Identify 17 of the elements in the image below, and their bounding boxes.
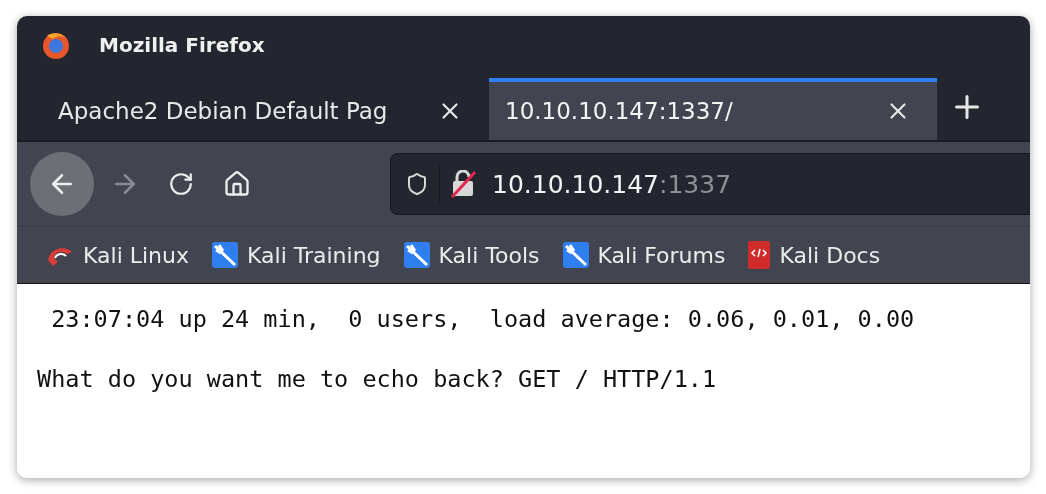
book-icon <box>747 240 772 270</box>
home-icon <box>223 170 251 198</box>
page-text: What do you want me to echo back? GET / HTTP/1.1 <box>37 364 718 394</box>
browser-tab[interactable]: 10.10.10.147:1337/ <box>489 78 937 140</box>
bookmark-link[interactable]: Kali Forums <box>561 241 726 269</box>
url-text: 10.10.10.147:1337 <box>492 169 732 199</box>
shield-icon <box>405 172 429 196</box>
bookmark-link[interactable]: Kali Linux <box>45 242 189 268</box>
page-text: 23:07:04 up 24 min, 0 users, load average: 0.06, 0.01, 0.00 <box>50 304 916 334</box>
window-title: Mozilla Firefox <box>99 33 265 57</box>
bookmark-link[interactable]: Kali Docs <box>747 240 881 270</box>
bookmark-link[interactable]: Kali Training <box>211 241 381 269</box>
bookmark-link[interactable]: Kali Tools <box>402 241 540 269</box>
firefox-logo-icon <box>41 30 71 60</box>
address-bar[interactable]: 10.10.10.147:1337 <box>390 153 1030 215</box>
reload-icon <box>168 171 194 197</box>
browser-tab[interactable]: Apache2 Debian Default Pag <box>42 78 489 140</box>
